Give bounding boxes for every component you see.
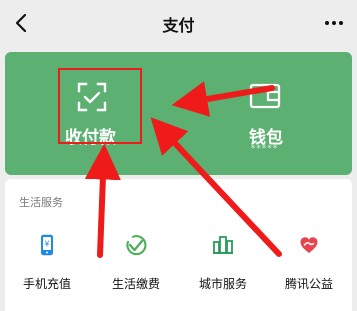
highlight-box [58, 68, 142, 144]
section-title: 生活服务 [19, 196, 63, 209]
service-label: 手机充值 [22, 277, 71, 291]
more-options-icon[interactable] [323, 13, 345, 33]
wallet-balance-masked: ***** [250, 144, 279, 154]
baidu-jingyan-watermark: Baidu 经验 [215, 288, 284, 302]
service-label: 生活缴费 [111, 277, 160, 291]
phone-recharge-icon: ¥ [41, 234, 53, 256]
top-navigation-bar: 支付 [0, 0, 357, 47]
service-item-utility-payment[interactable]: 生活缴费 [95, 233, 177, 295]
service-item-phone-recharge[interactable]: ¥ 手机充值 [6, 233, 88, 295]
page-title: 支付 [162, 16, 195, 35]
svg-text:¥: ¥ [44, 240, 50, 249]
utility-payment-icon [126, 235, 147, 256]
charity-icon [300, 237, 318, 253]
city-services-icon [213, 236, 233, 254]
wallet-button[interactable]: 钱包 ***** [178, 52, 351, 175]
wallet-icon [249, 83, 280, 109]
